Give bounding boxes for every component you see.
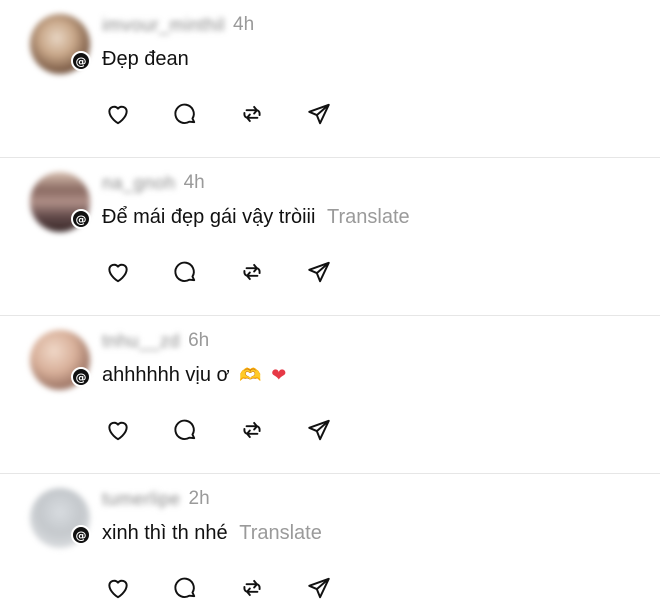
like-button[interactable] [104,258,131,285]
comment-icon [173,419,195,440]
like-button[interactable] [104,574,131,601]
avatar[interactable]: @ [30,14,91,74]
comment-icon [173,103,195,124]
reply-post: @ imvour_minthil 4h Đẹp đean [0,0,660,158]
threads-badge-icon: @ [71,367,91,387]
timestamp: 4h [233,14,255,35]
repost-button[interactable] [238,416,265,443]
translate-link[interactable]: Translate [239,522,322,544]
repost-button[interactable] [238,100,265,127]
action-bar [104,574,372,601]
reply-post: @ tumerlipe 2h xinh thì th nhé Translate [0,474,660,614]
post-header: tnhu__zd 6h [102,328,209,354]
comment-icon [173,577,195,598]
username[interactable]: imvour_minthil [102,15,225,36]
share-button[interactable] [305,574,332,601]
post-text-content: Đẹp đean [102,48,189,70]
share-icon [307,419,330,440]
repost-icon [242,263,261,280]
share-icon [307,103,330,124]
heart-icon [107,105,128,124]
reply-post: @ na_gnoh 4h Để mái đẹp gái vậy tròiii T… [0,158,660,316]
action-bar [104,100,372,127]
heart-icon [107,263,128,282]
comment-button[interactable] [171,574,198,601]
threads-badge-icon: @ [71,209,91,229]
share-icon [307,261,330,282]
post-text-content: ahhhhhh vịu ơ [102,364,230,386]
timestamp: 2h [188,488,210,509]
post-text: xinh thì th nhé Translate [102,522,322,545]
username[interactable]: tumerlipe [102,489,181,510]
action-bar [104,416,372,443]
post-header: imvour_minthil 4h [102,12,254,38]
comment-button[interactable] [171,416,198,443]
comment-icon [173,261,195,282]
post-text: ahhhhhh vịu ơ 🫶 ❤ [102,364,286,387]
heart-icon [107,421,128,440]
heart-hands-emoji: 🫶 [239,365,262,385]
post-text: Để mái đẹp gái vậy tròiii Translate [102,206,410,229]
timestamp: 4h [183,172,205,193]
like-button[interactable] [104,100,131,127]
timestamp: 6h [188,330,210,351]
share-icon [307,577,330,598]
comment-button[interactable] [171,100,198,127]
post-text: Đẹp đean [102,48,189,71]
avatar[interactable]: @ [30,488,91,548]
red-heart-emoji: ❤ [271,365,287,385]
post-header: tumerlipe 2h [102,486,210,512]
reply-feed: @ imvour_minthil 4h Đẹp đean @ na_gnoh 4… [0,0,660,614]
share-button[interactable] [305,416,332,443]
post-text-content: Để mái đẹp gái vậy tròiii [102,206,316,228]
threads-badge-icon: @ [71,51,91,71]
repost-icon [242,421,261,438]
action-bar [104,258,372,285]
repost-button[interactable] [238,258,265,285]
username[interactable]: na_gnoh [102,173,176,194]
avatar[interactable]: @ [30,172,91,232]
share-button[interactable] [305,258,332,285]
repost-button[interactable] [238,574,265,601]
repost-icon [242,579,261,596]
avatar[interactable]: @ [30,330,91,390]
threads-badge-icon: @ [71,525,91,545]
share-button[interactable] [305,100,332,127]
comment-button[interactable] [171,258,198,285]
post-header: na_gnoh 4h [102,170,205,196]
username[interactable]: tnhu__zd [102,331,180,352]
reply-post: @ tnhu__zd 6h ahhhhhh vịu ơ 🫶 ❤ [0,316,660,474]
translate-link[interactable]: Translate [327,206,410,228]
like-button[interactable] [104,416,131,443]
post-text-content: xinh thì th nhé [102,522,228,544]
heart-icon [107,579,128,598]
repost-icon [242,105,261,122]
